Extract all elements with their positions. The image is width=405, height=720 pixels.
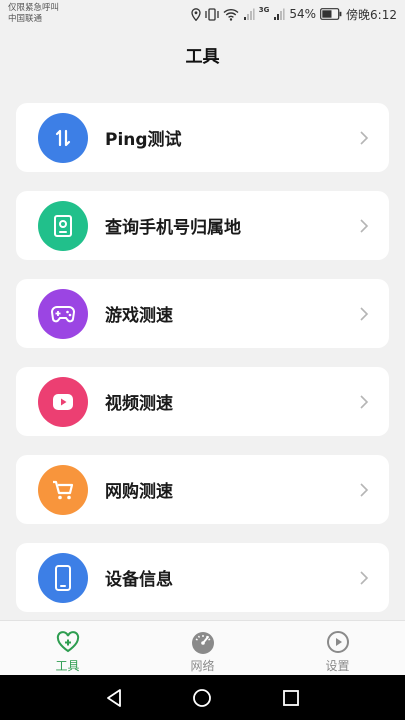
device-icon-circle <box>38 552 88 603</box>
tab-label-settings: 设置 <box>325 659 350 673</box>
gamepad-icon <box>50 305 76 322</box>
vibrate-icon <box>205 7 219 21</box>
chevron-right-icon <box>353 479 375 501</box>
recents-icon[interactable] <box>276 683 306 713</box>
wifi-icon <box>223 8 239 21</box>
contact-card-icon <box>54 214 72 237</box>
chevron-right-icon <box>353 303 375 325</box>
video-icon-circle <box>38 376 88 427</box>
cart-icon <box>53 480 74 499</box>
tool-label-phone-location: 查询手机号归属地 <box>105 218 241 238</box>
smartphone-icon <box>55 564 71 591</box>
tab-settings[interactable]: 设置 <box>270 621 405 675</box>
tool-label-device-info: 设备信息 <box>105 570 173 590</box>
tool-card-shopping-speed[interactable]: 网购测速 <box>16 455 389 524</box>
tab-label-network: 网络 <box>190 659 215 673</box>
phone-location-icon-circle <box>38 200 88 251</box>
tool-card-phone-location[interactable]: 查询手机号归属地 <box>16 191 389 260</box>
tool-label-ping: Ping测试 <box>105 130 182 150</box>
tool-list: Ping测试 查询手机号归属地 游戏测速 视频测速 网购测速 设备信息 <box>16 103 389 631</box>
carrier-name: 中国联通 <box>8 14 43 24</box>
chevron-right-icon <box>353 215 375 237</box>
status-bar: 仅限紧急呼叫 中国联通 3G 54% 傍晚6:12 <box>0 0 405 28</box>
ping-icon-circle <box>38 112 88 163</box>
chevron-right-icon <box>353 567 375 589</box>
shopping-icon-circle <box>38 464 88 515</box>
tab-tools[interactable]: 工具 <box>0 621 135 675</box>
game-icon-circle <box>38 288 88 339</box>
battery-percent: 54% <box>289 7 317 21</box>
clock: 傍晚6:12 <box>346 7 397 22</box>
emergency-only-text: 仅限紧急呼叫 <box>8 3 60 13</box>
back-icon[interactable] <box>99 683 129 713</box>
heart-plus-icon <box>55 629 81 655</box>
chevron-right-icon <box>353 127 375 149</box>
speedometer-icon <box>190 629 216 655</box>
home-icon[interactable] <box>187 683 217 713</box>
carrier-info: 仅限紧急呼叫 中国联通 <box>8 3 59 25</box>
location-icon <box>191 7 201 21</box>
system-nav-bar <box>0 675 405 720</box>
tab-label-tools: 工具 <box>55 659 80 673</box>
tool-card-game-speed[interactable]: 游戏测速 <box>16 279 389 348</box>
play-circle-icon <box>325 629 351 655</box>
signal-icon-2 <box>273 8 285 21</box>
chevron-right-icon <box>353 391 375 413</box>
network-type-badge: 3G <box>258 6 270 14</box>
tool-label-game-speed: 游戏测速 <box>105 306 173 326</box>
status-icons: 3G 54% 傍晚6:12 <box>191 6 397 22</box>
play-icon <box>53 393 73 410</box>
tab-network[interactable]: 网络 <box>135 621 270 675</box>
tool-card-video-speed[interactable]: 视频测速 <box>16 367 389 436</box>
updown-arrows-icon <box>55 129 71 146</box>
tool-label-shopping-speed: 网购测速 <box>105 482 173 502</box>
tool-card-device-info[interactable]: 设备信息 <box>16 543 389 612</box>
tool-card-ping[interactable]: Ping测试 <box>16 103 389 172</box>
bottom-tab-bar: 工具 网络 设置 <box>0 620 405 675</box>
page-title: 工具 <box>185 47 220 67</box>
signal-icon-1 <box>243 8 255 21</box>
tool-label-video-speed: 视频测速 <box>105 394 173 414</box>
battery-icon <box>320 8 342 20</box>
